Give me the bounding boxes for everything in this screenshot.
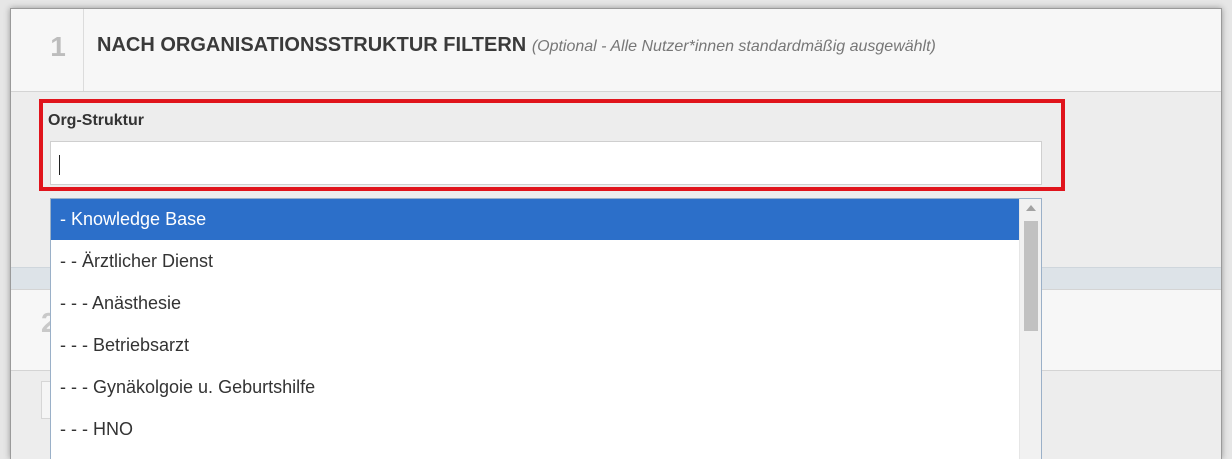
dropdown-item-gynaekologie[interactable]: - - - Gynäkolgoie u. Geburtshilfe — [51, 366, 1019, 408]
dropdown-list: - Knowledge Base - - Ärztlicher Dienst -… — [51, 199, 1019, 450]
org-structure-label: Org-Struktur — [48, 112, 144, 129]
section2-control-edge[interactable] — [41, 381, 50, 419]
scrollbar-thumb[interactable] — [1024, 221, 1038, 331]
dropdown-item-anaesthesie[interactable]: - - - Anästhesie — [51, 282, 1019, 324]
scroll-up-arrow-icon[interactable] — [1026, 205, 1036, 211]
org-structure-input[interactable] — [50, 141, 1042, 185]
dropdown-scrollbar[interactable] — [1019, 199, 1041, 459]
section-subtitle: (Optional - Alle Nutzer*innen standardmä… — [531, 38, 936, 55]
org-structure-dropdown[interactable]: - Knowledge Base - - Ärztlicher Dienst -… — [50, 198, 1042, 459]
dropdown-item-knowledge-base[interactable]: - Knowledge Base — [51, 199, 1019, 240]
dropdown-item-hno[interactable]: - - - HNO — [51, 408, 1019, 450]
section-title: NACH ORGANISATIONSSTRUKTUR FILTERN (Opti… — [97, 34, 936, 57]
step-number: 1 — [50, 31, 66, 62]
dropdown-item-aerztlicher-dienst[interactable]: - - Ärztlicher Dienst — [51, 240, 1019, 282]
section-title-text: NACH ORGANISATIONSSTRUKTUR FILTERN — [97, 34, 527, 56]
dropdown-item-betriebsarzt[interactable]: - - - Betriebsarzt — [51, 324, 1019, 366]
step-divider — [83, 9, 84, 91]
text-caret — [59, 155, 60, 175]
filter-panel: 1 NACH ORGANISATIONSSTRUKTUR FILTERN (Op… — [10, 8, 1222, 459]
section-header: 1 NACH ORGANISATIONSSTRUKTUR FILTERN (Op… — [11, 9, 1221, 92]
